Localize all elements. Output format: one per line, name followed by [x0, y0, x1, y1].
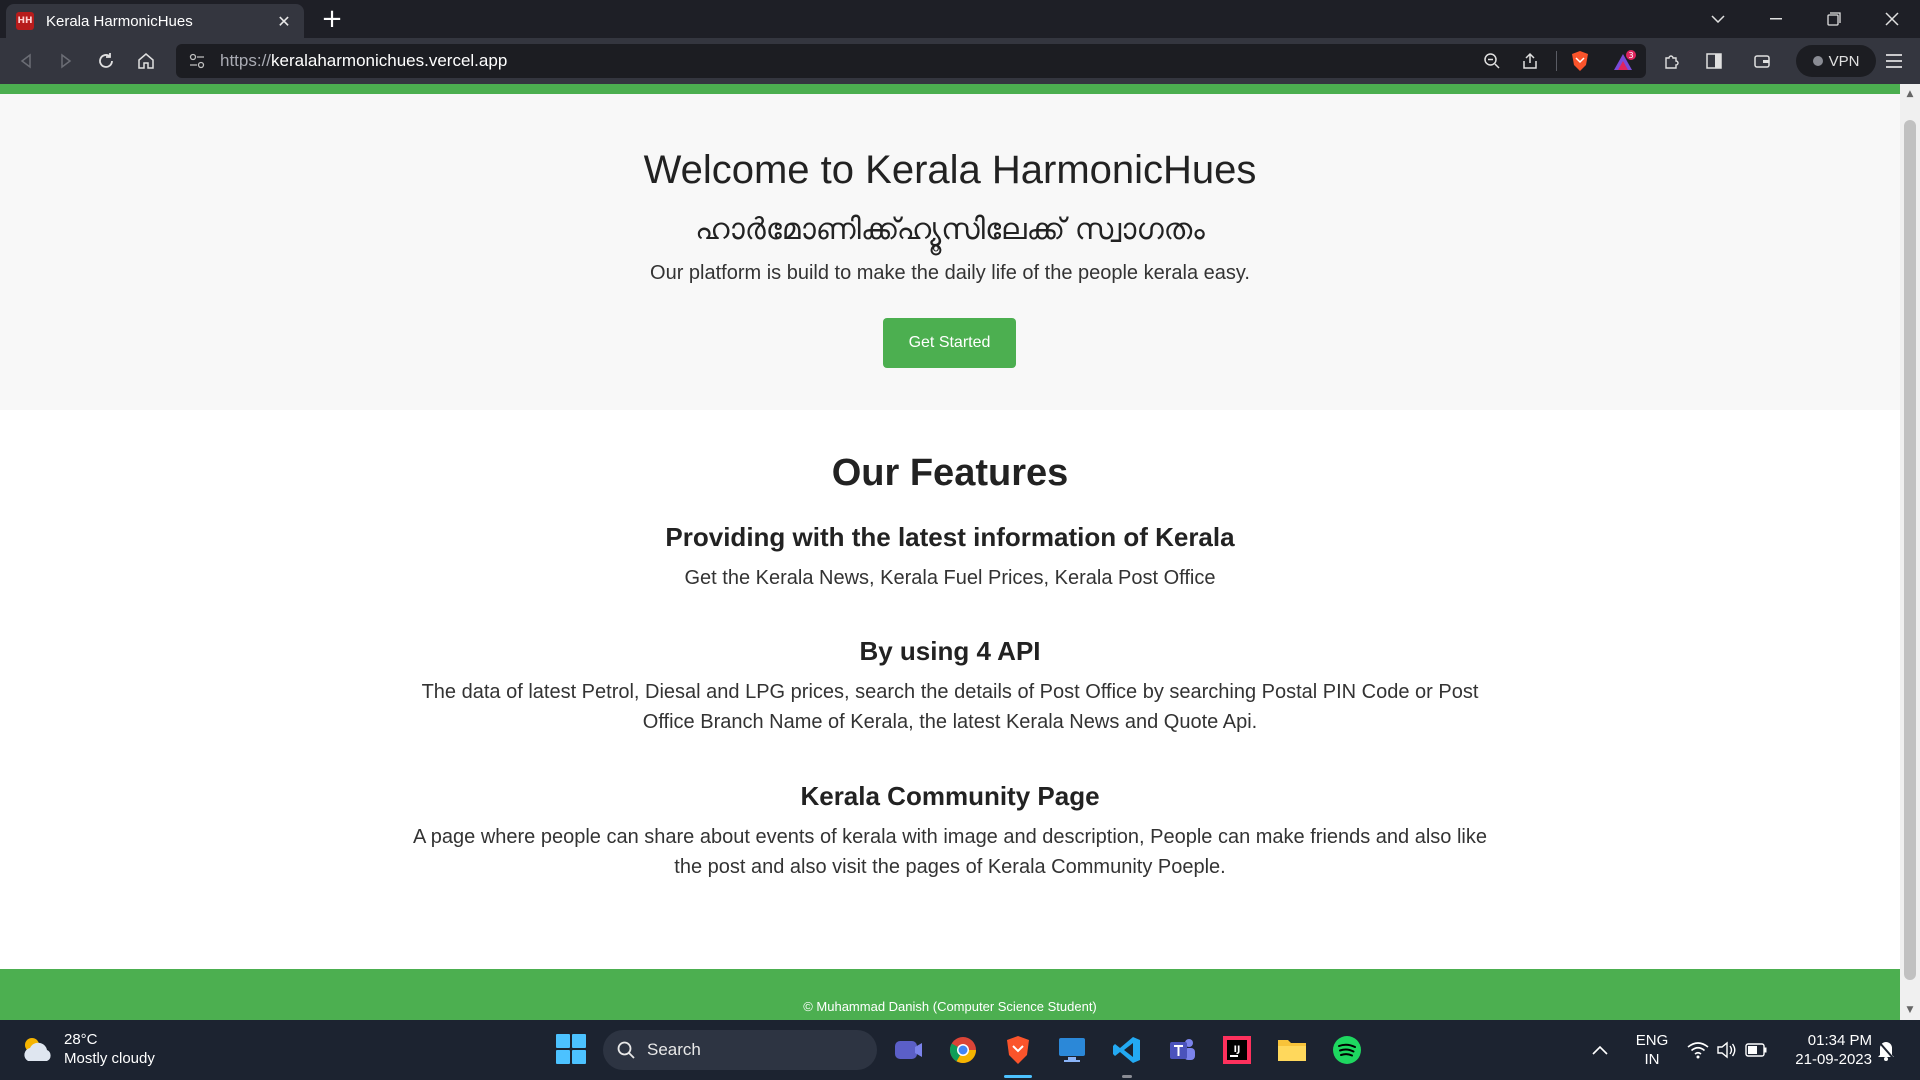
tab-title: Kerala HarmonicHues: [46, 12, 193, 30]
brave-rewards-icon[interactable]: 3: [1612, 49, 1636, 73]
start-button[interactable]: [556, 1034, 586, 1064]
show-hidden-icons-chevron-icon[interactable]: [1582, 1032, 1618, 1068]
hero-section: Welcome to Kerala HarmonicHues ഹാർമോണിക്…: [0, 94, 1900, 410]
cloudy-weather-icon: [24, 1038, 51, 1061]
hero-title: Welcome to Kerala HarmonicHues: [643, 148, 1257, 192]
vpn-label: VPN: [1828, 52, 1860, 70]
battery-icon[interactable]: [1738, 1032, 1774, 1068]
browser-tab-bar: HH Kerala HarmonicHues ✕ +: [0, 0, 1920, 38]
extensions-icon[interactable]: [1660, 49, 1684, 73]
open-app-indicator: [1122, 1075, 1132, 1078]
chrome-icon[interactable]: [945, 1032, 981, 1068]
vpn-status-icon: [1812, 56, 1823, 66]
sidebar-toggle-icon[interactable]: [1702, 49, 1726, 73]
clock-date: 21-09-2023: [1795, 1051, 1872, 1068]
clock-time: 01:34 PM: [1807, 1032, 1872, 1049]
taskbar-search[interactable]: Search: [603, 1030, 877, 1070]
file-explorer-icon[interactable]: [1274, 1032, 1310, 1068]
teams-chat-icon[interactable]: [890, 1032, 926, 1068]
home-button[interactable]: [132, 47, 160, 75]
site-favicon-icon: HH: [16, 12, 34, 30]
remote-desktop-icon[interactable]: [1054, 1032, 1090, 1068]
clock[interactable]: 01:34 PM 21-09-2023: [1782, 1031, 1872, 1069]
weather-widget[interactable]: 28°C Mostly cloudy: [20, 1030, 155, 1068]
reload-button[interactable]: [92, 47, 120, 75]
toolbar-divider: [1556, 51, 1557, 71]
vscode-icon[interactable]: [1109, 1032, 1145, 1068]
site-settings-icon[interactable]: [188, 52, 206, 70]
zoom-icon[interactable]: [1480, 49, 1504, 73]
restore-button[interactable]: [1806, 0, 1862, 38]
feature-title: By using 4 API: [859, 636, 1041, 666]
url-text[interactable]: https://keralaharmonichues.vercel.app: [220, 51, 507, 71]
feature-description: Get the Kerala News, Kerala Fuel Prices,…: [684, 567, 1216, 589]
tab-close-icon[interactable]: ✕: [274, 12, 294, 31]
new-tab-button[interactable]: +: [318, 4, 346, 34]
footer-copyright: © Muhammad Danish (Computer Science Stud…: [803, 999, 1097, 1014]
search-label: Search: [647, 1040, 701, 1059]
scroll-up-arrow-icon[interactable]: ▲: [1900, 86, 1920, 102]
hero-malayalam-title: ഹാർമോണിക്ക്ഹ്യൂസിലേക്ക് സ്വാഗതം: [695, 212, 1205, 247]
feature-item: By using 4 API The data of latest Petrol…: [0, 636, 1900, 737]
minimize-button[interactable]: [1748, 0, 1804, 38]
page-scrollbar[interactable]: ▲ ▼: [1900, 84, 1920, 1020]
feature-description: A page where people can share about even…: [412, 826, 1487, 878]
back-button[interactable]: [12, 47, 40, 75]
svg-text:IJ: IJ: [1234, 1045, 1241, 1055]
features-title: Our Features: [831, 452, 1069, 494]
weather-description: Mostly cloudy: [64, 1050, 155, 1067]
hero-subtitle: Our platform is build to make the daily …: [650, 262, 1250, 284]
browser-toolbar: https://keralaharmonichues.vercel.app 3 …: [0, 38, 1920, 84]
intellij-icon[interactable]: IJ: [1219, 1032, 1255, 1068]
wallet-icon[interactable]: [1750, 49, 1774, 73]
scroll-down-arrow-icon[interactable]: ▼: [1900, 1002, 1920, 1018]
address-bar[interactable]: https://keralaharmonichues.vercel.app: [176, 44, 1646, 78]
feature-title: Kerala Community Page: [800, 781, 1100, 811]
get-started-button[interactable]: Get Started: [883, 318, 1016, 368]
windows-taskbar: 28°C Mostly cloudy Search IJ ENG IN 01:3…: [0, 1020, 1920, 1080]
weather-temperature: 28°C: [64, 1031, 98, 1048]
feature-description: The data of latest Petrol, Diesal and LP…: [421, 681, 1479, 733]
spotify-icon[interactable]: [1329, 1032, 1365, 1068]
feature-item: Providing with the latest information of…: [0, 522, 1900, 593]
notifications-bell-icon[interactable]: [1868, 1032, 1904, 1068]
search-icon: [617, 1041, 635, 1059]
browser-tab-active[interactable]: HH Kerala HarmonicHues ✕: [6, 4, 304, 38]
feature-title: Providing with the latest information of…: [665, 522, 1235, 552]
scrollbar-thumb[interactable]: [1904, 120, 1916, 980]
svg-text:3: 3: [1628, 51, 1633, 60]
features-section: Our Features Providing with the latest i…: [0, 410, 1900, 952]
tab-list-chevron-icon[interactable]: [1690, 0, 1746, 38]
active-app-indicator: [1004, 1075, 1032, 1078]
close-window-button[interactable]: [1864, 0, 1920, 38]
teams-icon[interactable]: [1164, 1032, 1200, 1068]
vpn-button[interactable]: VPN: [1796, 45, 1876, 77]
feature-item: Kerala Community Page A page where peopl…: [0, 781, 1900, 882]
brave-shields-icon[interactable]: [1568, 49, 1592, 73]
share-icon[interactable]: [1518, 49, 1542, 73]
top-accent-bar: [0, 84, 1900, 94]
page-viewport: Welcome to Kerala HarmonicHues ഹാർമോണിക്…: [0, 84, 1900, 1020]
input-language-indicator[interactable]: ENG IN: [1628, 1031, 1676, 1069]
forward-button[interactable]: [52, 47, 80, 75]
brave-browser-icon[interactable]: [1000, 1032, 1036, 1068]
menu-icon[interactable]: [1882, 49, 1906, 73]
page-footer: © Muhammad Danish (Computer Science Stud…: [0, 969, 1900, 1020]
